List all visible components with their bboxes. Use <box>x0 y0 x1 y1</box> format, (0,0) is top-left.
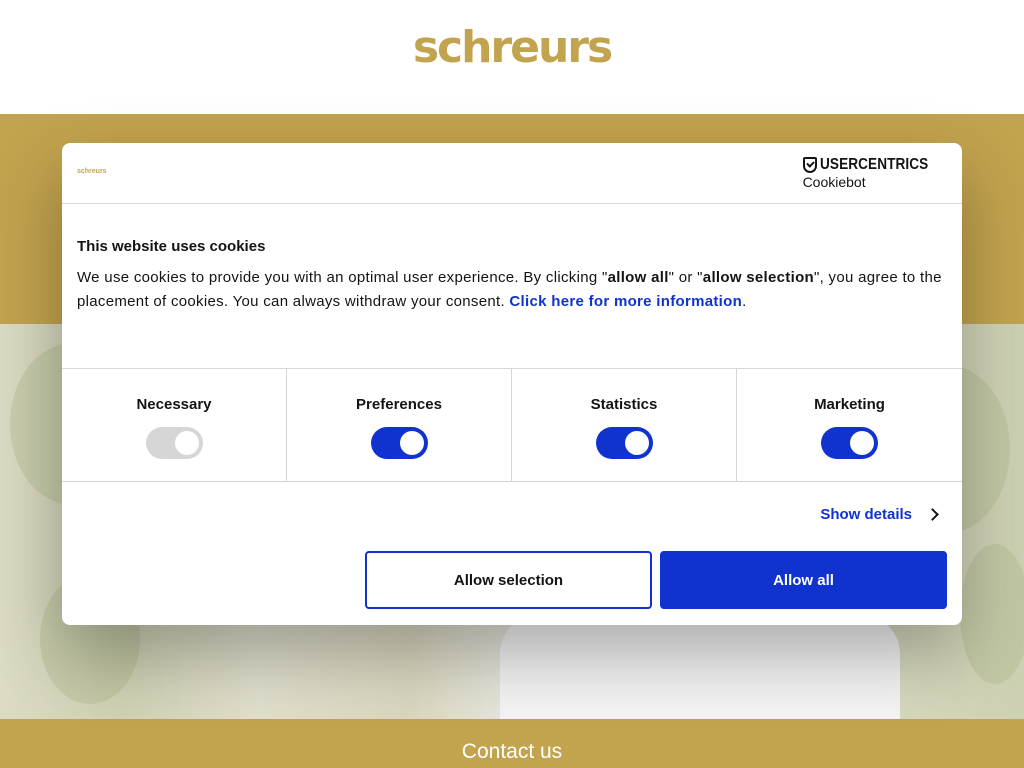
contact-us-heading[interactable]: Contact us <box>0 740 1024 764</box>
category-statistics: Statistics <box>512 369 737 481</box>
cookiebot-brand[interactable]: USERCENTRICS Cookiebot <box>802 156 947 190</box>
dialog-header: schreurs USERCENTRICS Cookiebot <box>62 143 962 204</box>
site-logo[interactable]: schreurs <box>0 22 1024 73</box>
category-label: Preferences <box>356 396 442 413</box>
category-necessary: Necessary <box>62 369 287 481</box>
show-details-label: Show details <box>820 506 912 523</box>
category-label: Statistics <box>590 396 658 413</box>
necessary-toggle <box>146 427 203 459</box>
dialog-title: This website uses cookies <box>77 238 266 255</box>
consent-categories: Necessary Preferences Statistics Marketi… <box>62 368 962 482</box>
dialog-description: We use cookies to provide you with an op… <box>77 269 942 310</box>
allow-all-button[interactable]: Allow all <box>660 551 947 609</box>
dialog-logo: schreurs <box>77 168 107 175</box>
marketing-toggle[interactable] <box>821 427 878 459</box>
allow-selection-button[interactable]: Allow selection <box>365 551 652 609</box>
preferences-toggle[interactable] <box>371 427 428 459</box>
chevron-right-icon <box>926 508 939 521</box>
brand-name: USERCENTRICS <box>819 156 928 173</box>
shield-icon <box>802 157 817 173</box>
category-marketing: Marketing <box>737 369 962 481</box>
category-label: Marketing <box>814 396 885 413</box>
category-label: Necessary <box>136 396 212 413</box>
more-info-link[interactable]: Click here for more information <box>509 293 742 310</box>
category-preferences: Preferences <box>287 369 512 481</box>
statistics-toggle[interactable] <box>596 427 653 459</box>
site-header: schreurs <box>0 0 1024 114</box>
show-details-link[interactable]: Show details <box>820 506 939 523</box>
brand-sub: Cookiebot <box>802 174 866 190</box>
cookie-consent-dialog: schreurs USERCENTRICS Cookiebot This web… <box>62 143 962 625</box>
